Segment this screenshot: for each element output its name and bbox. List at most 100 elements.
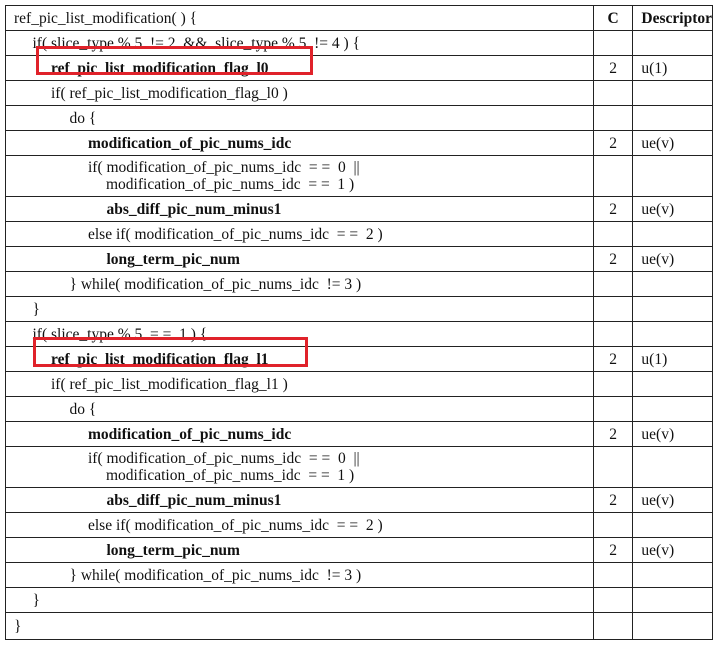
descriptor-cell: ue(v) [632,487,713,513]
descriptor-cell: u(1) [632,346,713,372]
descriptor-cell [632,612,713,640]
syntax-cell: if( modification_of_pic_nums_idc = = 0 |… [5,446,594,488]
syntax-cell: if( ref_pic_list_modification_flag_l1 ) [5,371,594,397]
syntax-cell: do { [5,105,594,131]
table-row: do { [5,105,713,131]
syntax-header: ref_pic_list_modification( ) { [5,5,594,31]
c-header: C [592,5,634,31]
descriptor-header: Descriptor [632,5,713,31]
syntax-statement: if( ref_pic_list_modification_flag_l1 ) [51,375,288,393]
table-row: else if( modification_of_pic_nums_idc = … [5,512,713,538]
syntax-cell: } [5,612,594,640]
highlighted-syntax-element: ref_pic_list_modification_flag_l0 [51,59,269,77]
descriptor-cell: ue(v) [632,196,713,222]
table-row: ref_pic_list_modification_flag_l1 2 u(1) [5,346,713,372]
syntax-statement-continuation: modification_of_pic_nums_idc = = 1 ) [106,467,355,484]
syntax-cell: long_term_pic_num [5,246,594,272]
table-row: if( ref_pic_list_modification_flag_l1 ) [5,371,713,397]
category-cell [592,396,634,422]
syntax-element: modification_of_pic_nums_idc [88,134,292,152]
descriptor-cell: ue(v) [632,537,713,563]
descriptor-cell [632,271,713,297]
highlighted-syntax-element: ref_pic_list_modification_flag_l1 [51,350,269,368]
syntax-cell: if( ref_pic_list_modification_flag_l0 ) [5,80,594,106]
syntax-table: ref_pic_list_modification( ) { C Descrip… [5,5,713,640]
syntax-cell: modification_of_pic_nums_idc [5,130,594,156]
syntax-cell: if( slice_type % 5 != 2 && slice_type % … [5,30,594,56]
syntax-element: long_term_pic_num [106,250,240,268]
category-cell: 2 [592,537,634,563]
table-row: modification_of_pic_nums_idc 2 ue(v) [5,421,713,447]
table-row: else if( modification_of_pic_nums_idc = … [5,221,713,247]
syntax-element: abs_diff_pic_num_minus1 [106,491,282,509]
syntax-statement: } [32,591,40,609]
descriptor-cell [632,321,713,347]
table-row: } [5,296,713,322]
table-row: } while( modification_of_pic_nums_idc !=… [5,271,713,297]
category-cell: 2 [592,346,634,372]
descriptor-cell [632,155,713,197]
syntax-statement: if( modification_of_pic_nums_idc = = 0 |… [88,450,360,467]
descriptor-cell [632,296,713,322]
descriptor-cell: u(1) [632,55,713,81]
syntax-statement: if( modification_of_pic_nums_idc = = 0 |… [88,159,360,176]
descriptor-cell [632,371,713,397]
category-cell [592,446,634,488]
syntax-statement: do { [69,109,97,127]
category-cell [592,296,634,322]
category-cell [592,371,634,397]
syntax-statement: } while( modification_of_pic_nums_idc !=… [69,275,362,293]
syntax-statement: } [32,300,40,318]
category-cell [592,155,634,197]
category-cell: 2 [592,196,634,222]
category-cell [592,612,634,640]
category-cell [592,321,634,347]
table-row: if( modification_of_pic_nums_idc = = 0 |… [5,446,713,488]
descriptor-cell [632,587,713,613]
table-row: if( slice_type % 5 != 2 && slice_type % … [5,30,713,56]
category-cell [592,30,634,56]
descriptor-cell [632,512,713,538]
category-cell: 2 [592,246,634,272]
descriptor-cell [632,30,713,56]
syntax-cell: long_term_pic_num [5,537,594,563]
syntax-statement: if( slice_type % 5 = = 1 ) { [32,325,208,343]
syntax-statement: else if( modification_of_pic_nums_idc = … [88,516,383,534]
table-row: do { [5,396,713,422]
descriptor-cell: ue(v) [632,246,713,272]
category-cell [592,587,634,613]
table-row: } while( modification_of_pic_nums_idc !=… [5,562,713,588]
syntax-cell: } [5,587,594,613]
category-cell: 2 [592,130,634,156]
syntax-cell: modification_of_pic_nums_idc [5,421,594,447]
syntax-cell: } [5,296,594,322]
syntax-statement: } while( modification_of_pic_nums_idc !=… [69,566,362,584]
syntax-element: modification_of_pic_nums_idc [88,425,292,443]
descriptor-cell [632,562,713,588]
category-cell: 2 [592,55,634,81]
category-cell [592,512,634,538]
descriptor-cell [632,446,713,488]
syntax-cell: else if( modification_of_pic_nums_idc = … [5,221,594,247]
syntax-element: long_term_pic_num [106,541,240,559]
syntax-cell: do { [5,396,594,422]
descriptor-cell [632,105,713,131]
syntax-statement: } [14,617,22,635]
category-cell [592,105,634,131]
table-row: } [5,612,713,640]
syntax-cell: else if( modification_of_pic_nums_idc = … [5,512,594,538]
syntax-statement: do { [69,400,97,418]
table-header-row: ref_pic_list_modification( ) { C Descrip… [5,5,713,31]
category-cell [592,562,634,588]
syntax-cell: ref_pic_list_modification_flag_l0 [5,55,594,81]
syntax-statement: if( slice_type % 5 != 2 && slice_type % … [32,34,361,52]
syntax-cell: ref_pic_list_modification_flag_l1 [5,346,594,372]
table-row: abs_diff_pic_num_minus1 2 ue(v) [5,487,713,513]
table-row: ref_pic_list_modification_flag_l0 2 u(1) [5,55,713,81]
category-cell [592,271,634,297]
syntax-cell: abs_diff_pic_num_minus1 [5,487,594,513]
table-row: modification_of_pic_nums_idc 2 ue(v) [5,130,713,156]
syntax-cell: } while( modification_of_pic_nums_idc !=… [5,562,594,588]
table-row: } [5,587,713,613]
syntax-element: abs_diff_pic_num_minus1 [106,200,282,218]
